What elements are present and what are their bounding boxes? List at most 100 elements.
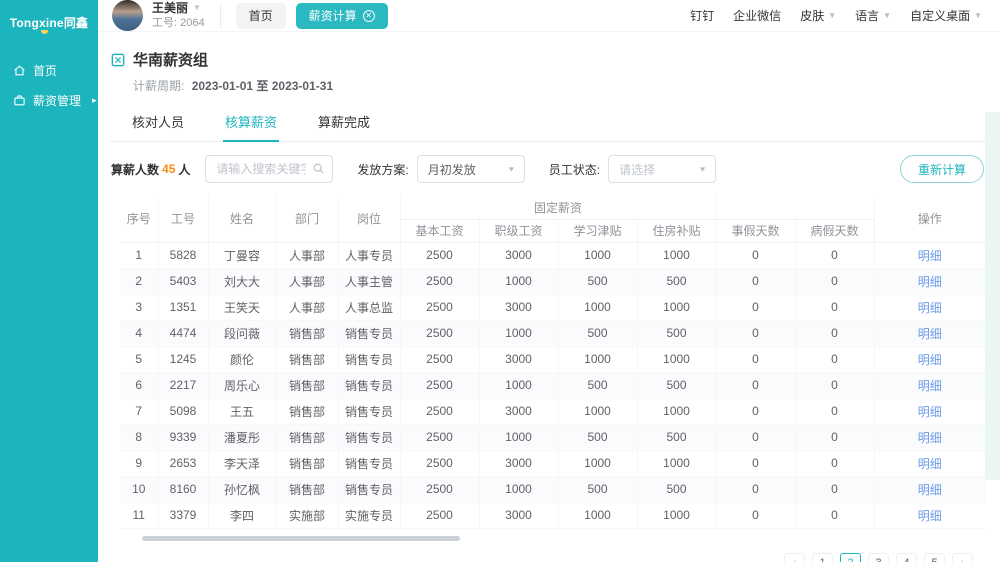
- menu-language[interactable]: 语言▼: [855, 7, 891, 24]
- table-cell: 1245: [158, 346, 208, 372]
- table-cell: 0: [795, 450, 874, 476]
- horizontal-scrollbar[interactable]: [142, 536, 460, 541]
- detail-link[interactable]: 明细: [918, 457, 942, 471]
- table-cell: 人事部: [276, 294, 338, 320]
- table-cell: 人事专员: [338, 242, 400, 268]
- nav-tab-label: 首页: [249, 7, 273, 24]
- page-prev-button[interactable]: ‹: [784, 553, 805, 562]
- table-cell: 销售专员: [338, 320, 400, 346]
- table-cell: 500: [637, 320, 716, 346]
- page-button[interactable]: 3: [868, 553, 889, 562]
- table-cell: 4474: [158, 320, 208, 346]
- menu-skin[interactable]: 皮肤▼: [800, 7, 836, 24]
- table-cell: 潘夏彤: [208, 424, 276, 450]
- page-background-strip: [985, 112, 1000, 480]
- status-label: 员工状态:: [549, 161, 600, 178]
- menu-dingtalk[interactable]: 钉钉: [690, 7, 714, 24]
- count-label: 算薪人数: [111, 161, 159, 178]
- table-cell: 8: [120, 424, 158, 450]
- table-cell: 500: [558, 372, 637, 398]
- table-cell: 0: [716, 424, 795, 450]
- table-cell: 段问薇: [208, 320, 276, 346]
- close-icon[interactable]: ✕: [363, 10, 375, 22]
- table-cell: 2500: [400, 372, 479, 398]
- detail-link[interactable]: 明细: [918, 275, 942, 289]
- table-cell: 2500: [400, 242, 479, 268]
- table-cell: 孙忆枫: [208, 476, 276, 502]
- detail-link[interactable]: 明细: [918, 353, 942, 367]
- sidebar-item-home[interactable]: 首页: [0, 55, 98, 85]
- topbar: 王美丽 ▼ 工号: 2064 首页 薪资计算 ✕ 钉钉 企业微信 皮肤▼ 语言▼…: [98, 0, 1000, 32]
- nav-tab-label: 薪资计算: [309, 7, 357, 24]
- menu-custom-desktop[interactable]: 自定义桌面▼: [910, 7, 982, 24]
- table-cell: 0: [795, 268, 874, 294]
- menu-label: 钉钉: [690, 7, 714, 24]
- table-cell: 3: [120, 294, 158, 320]
- sidebar-item-label: 首页: [33, 62, 57, 79]
- table-cell: 2500: [400, 346, 479, 372]
- wallet-icon: [13, 94, 26, 107]
- table-cell: 销售专员: [338, 398, 400, 424]
- detail-link[interactable]: 明细: [918, 327, 942, 341]
- avatar[interactable]: [112, 0, 143, 31]
- table-cell: 1000: [637, 398, 716, 424]
- table-cell-action: 明细: [874, 242, 985, 268]
- detail-link[interactable]: 明细: [918, 379, 942, 393]
- table-cell: 0: [716, 346, 795, 372]
- table-cell: 3000: [479, 294, 558, 320]
- plan-select[interactable]: 月初发放 ▼: [417, 155, 525, 183]
- table-cell: 2: [120, 268, 158, 294]
- page-button[interactable]: 2: [840, 553, 861, 562]
- table-cell: 销售部: [276, 424, 338, 450]
- table-cell: 销售专员: [338, 450, 400, 476]
- brand-logo: Tongxine同鑫: [0, 0, 98, 45]
- page-button[interactable]: 4: [896, 553, 917, 562]
- table-cell: 2500: [400, 398, 479, 424]
- table-cell: 500: [558, 476, 637, 502]
- nav-tab-home[interactable]: 首页: [236, 3, 286, 29]
- table-cell: 1000: [558, 242, 637, 268]
- status-select[interactable]: 请选择 ▼: [608, 155, 716, 183]
- col-action: 操作: [874, 196, 985, 242]
- table-cell: 1000: [479, 372, 558, 398]
- page-next-button[interactable]: ›: [952, 553, 973, 562]
- tab-calc-salary[interactable]: 核算薪资: [223, 104, 279, 141]
- recalculate-button[interactable]: 重新计算: [900, 155, 984, 183]
- detail-link[interactable]: 明细: [918, 483, 942, 497]
- tab-check-staff[interactable]: 核对人员: [130, 104, 186, 141]
- detail-link[interactable]: 明细: [918, 249, 942, 263]
- nav-tab-payroll-calc[interactable]: 薪资计算 ✕: [296, 3, 388, 29]
- page-button[interactable]: 1: [812, 553, 833, 562]
- table-cell: 1000: [637, 346, 716, 372]
- sidebar-item-label: 薪资管理: [33, 92, 81, 109]
- table-cell: 销售专员: [338, 476, 400, 502]
- table-row: 31351王笑天人事部人事总监250030001000100000明细: [120, 294, 985, 320]
- detail-link[interactable]: 明细: [918, 509, 942, 523]
- detail-link[interactable]: 明细: [918, 431, 942, 445]
- page-button[interactable]: 5: [924, 553, 945, 562]
- table-body: 15828丁曼容人事部人事专员250030001000100000明细25403…: [120, 242, 985, 528]
- user-block[interactable]: 王美丽 ▼ 工号: 2064: [152, 1, 205, 31]
- col-dept: 部门: [276, 196, 338, 242]
- table-cell: 销售部: [276, 450, 338, 476]
- sidebar-item-payroll[interactable]: 薪资管理 ▸: [0, 85, 98, 115]
- table-cell: 2217: [158, 372, 208, 398]
- col-personal-leave: 事假天数: [716, 219, 795, 242]
- table-cell: 0: [716, 450, 795, 476]
- col-study-allowance: 学习津贴: [558, 219, 637, 242]
- table-cell: 5: [120, 346, 158, 372]
- table-cell: 500: [558, 320, 637, 346]
- table-cell: 0: [795, 242, 874, 268]
- detail-link[interactable]: 明细: [918, 405, 942, 419]
- filter-bar: 算薪人数 45 人 发放方案: 月初发放 ▼ 员工状态: 请选择 ▼ 重新计算: [98, 142, 1000, 194]
- table-cell: 4: [120, 320, 158, 346]
- employee-number: 工号: 2064: [152, 17, 205, 31]
- menu-wecom[interactable]: 企业微信: [733, 7, 781, 24]
- detail-link[interactable]: 明细: [918, 301, 942, 315]
- table-row: 44474段问薇销售部销售专员2500100050050000明细: [120, 320, 985, 346]
- tab-calc-done[interactable]: 算薪完成: [316, 104, 372, 141]
- table-cell: 0: [716, 294, 795, 320]
- logo-accent: [41, 30, 48, 34]
- table-cell: 1000: [558, 450, 637, 476]
- table-row: 113379李四实施部实施专员250030001000100000明细: [120, 502, 985, 528]
